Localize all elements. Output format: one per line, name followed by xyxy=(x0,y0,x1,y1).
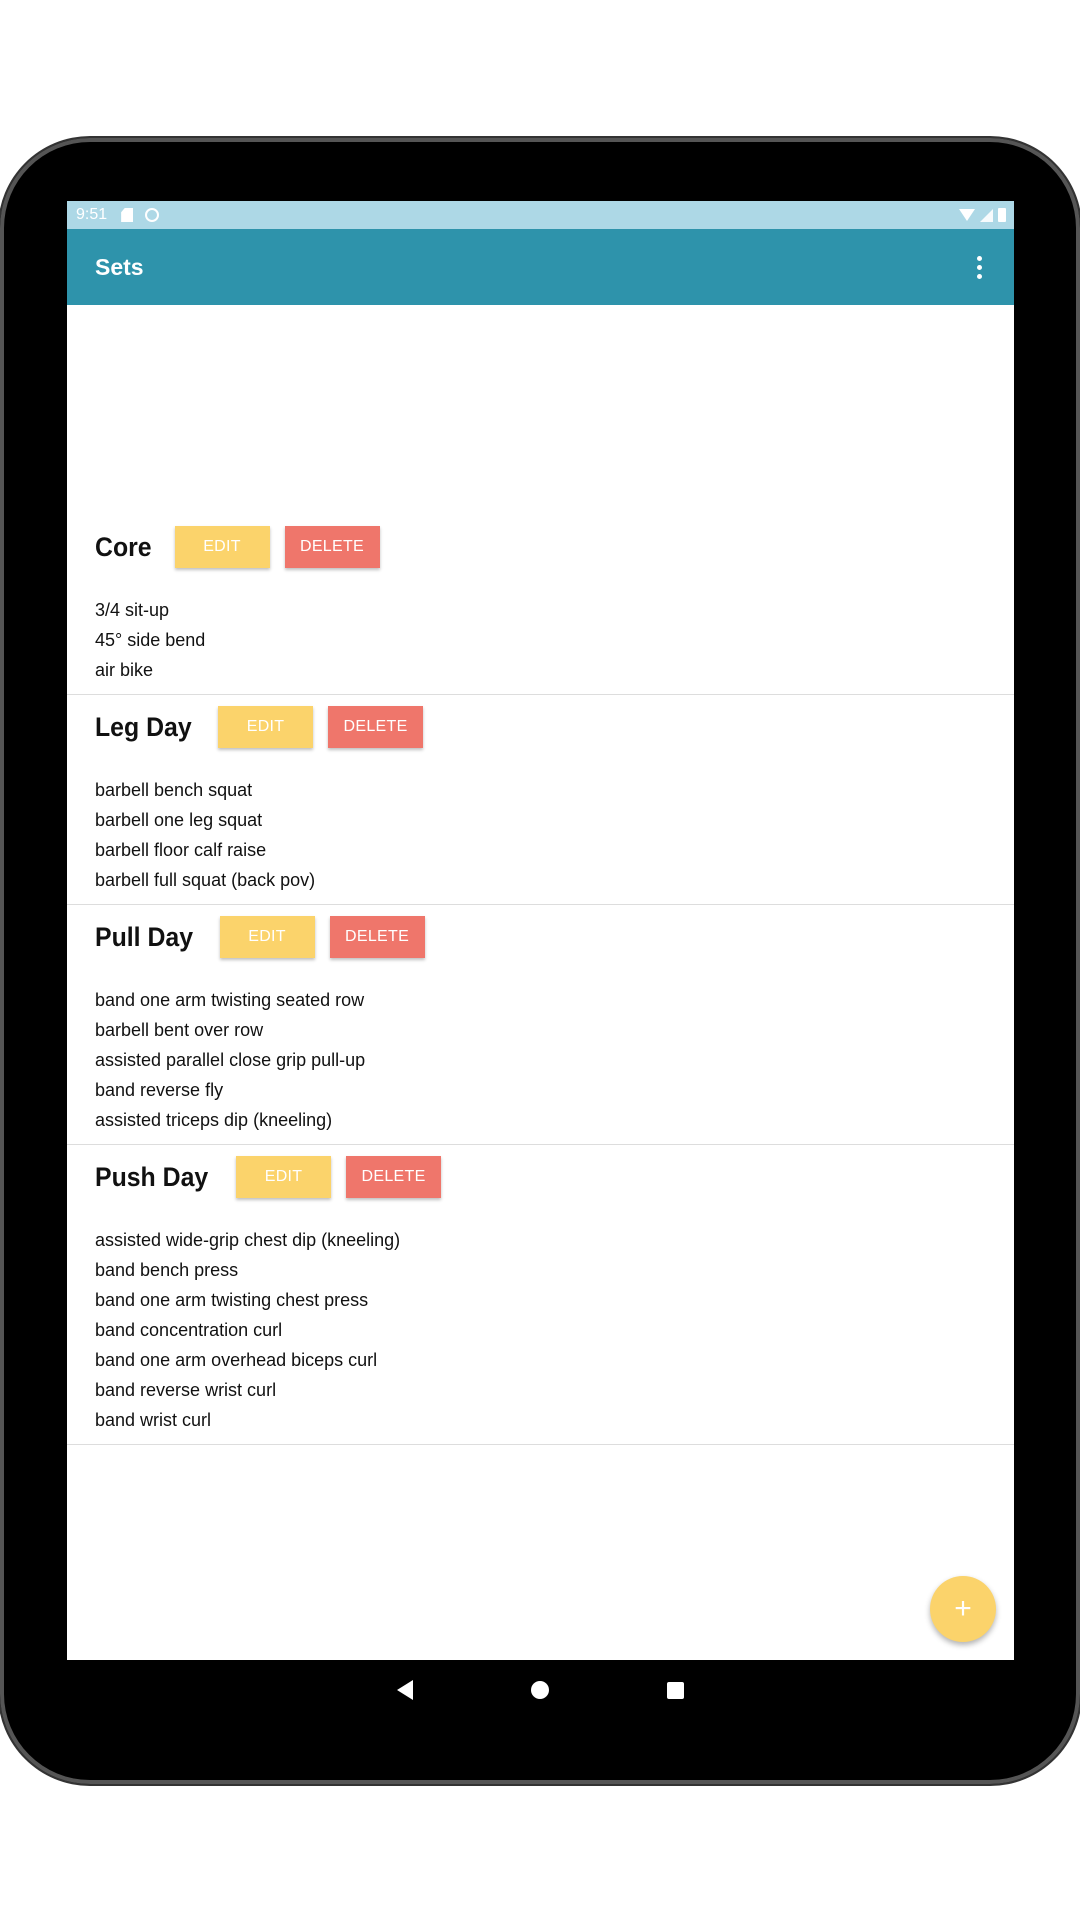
plus-icon: + xyxy=(954,1592,972,1625)
exercise-item: band one arm overhead biceps curl xyxy=(95,1350,378,1370)
exercise-list: barbell bench squat barbell one leg squat… xyxy=(95,775,1014,895)
set-header: Pull Day EDIT DELETE xyxy=(95,905,1014,959)
status-icons xyxy=(959,208,1006,222)
exercise-list: band one arm twisting seated row barbell … xyxy=(95,985,1014,1135)
system-nav-bar xyxy=(0,1660,1080,1720)
screen: 9:51 Sets Core EDIT DELETE 3/4 sit-up 45° si… xyxy=(67,201,1014,1660)
set-card: Leg Day EDIT DELETE barbell bench squat barb… xyxy=(67,695,1014,905)
status-time: 9:51 xyxy=(76,206,108,223)
exercise-item: assisted parallel close grip pull-up xyxy=(95,1050,366,1070)
back-icon[interactable] xyxy=(396,1680,413,1700)
edit-button[interactable]: EDIT xyxy=(218,706,314,748)
wifi-icon xyxy=(959,209,975,221)
app-bar: Sets xyxy=(67,229,1014,305)
exercise-item: band one arm twisting chest press xyxy=(95,1290,369,1310)
signal-icon xyxy=(980,208,993,222)
exercise-item: assisted triceps dip (kneeling) xyxy=(95,1110,333,1130)
set-name: Core xyxy=(95,531,152,562)
edit-button[interactable]: EDIT xyxy=(219,916,315,958)
exercise-item: barbell full squat (back pov) xyxy=(95,870,316,890)
exercise-item: air bike xyxy=(95,660,154,680)
status-bar: 9:51 xyxy=(67,201,1014,229)
edit-button[interactable]: EDIT xyxy=(236,1156,332,1198)
exercise-item: barbell bench squat xyxy=(95,780,253,800)
set-header: Push Day EDIT DELETE xyxy=(95,1145,1014,1199)
exercise-item: band reverse wrist curl xyxy=(95,1380,277,1400)
delete-button[interactable]: DELETE xyxy=(329,916,425,958)
exercise-item: band one arm twisting seated row xyxy=(95,990,365,1010)
delete-button[interactable]: DELETE xyxy=(284,526,380,568)
exercise-item: 3/4 sit-up xyxy=(95,600,170,620)
set-name: Leg Day xyxy=(95,711,192,742)
set-card: Push Day EDIT DELETE assisted wide-grip che… xyxy=(67,1145,1014,1445)
set-name: Push Day xyxy=(95,1161,209,1192)
home-icon[interactable] xyxy=(530,1681,549,1699)
page-title: Sets xyxy=(95,253,144,280)
sd-card-icon xyxy=(121,208,134,222)
exercise-item: assisted wide-grip chest dip (kneeling) xyxy=(95,1230,401,1250)
sync-icon xyxy=(145,208,160,222)
exercise-item: band concentration curl xyxy=(95,1320,283,1340)
set-header: Core EDIT DELETE xyxy=(95,515,1014,569)
edit-button[interactable]: EDIT xyxy=(174,526,270,568)
sets-list: Core EDIT DELETE 3/4 sit-up 45° side bend air… xyxy=(67,305,1014,1445)
exercise-list: 3/4 sit-up 45° side bend air bike xyxy=(95,595,1014,685)
set-card: Core EDIT DELETE 3/4 sit-up 45° side bend air… xyxy=(67,515,1014,695)
tablet-frame: 9:51 Sets Core EDIT DELETE 3/4 sit-up 45° si… xyxy=(0,138,1080,1784)
empty-space xyxy=(67,305,1014,515)
exercise-item: 45° side bend xyxy=(95,630,206,650)
exercise-item: barbell bent over row xyxy=(95,1020,264,1040)
set-name: Pull Day xyxy=(95,921,194,952)
exercise-item: barbell floor calf raise xyxy=(95,840,267,860)
exercise-item: band reverse fly xyxy=(95,1080,224,1100)
recents-icon[interactable] xyxy=(666,1681,684,1699)
exercise-item: band wrist curl xyxy=(95,1410,212,1430)
exercise-item: band bench press xyxy=(95,1260,239,1280)
overflow-menu-icon[interactable] xyxy=(973,250,986,285)
exercise-item: barbell one leg squat xyxy=(95,810,263,830)
delete-button[interactable]: DELETE xyxy=(328,706,424,748)
add-set-button[interactable]: + xyxy=(930,1576,996,1642)
set-header: Leg Day EDIT DELETE xyxy=(95,695,1014,749)
set-card: Pull Day EDIT DELETE band one arm twisting … xyxy=(67,905,1014,1145)
exercise-list: assisted wide-grip chest dip (kneeling) b… xyxy=(95,1225,1014,1435)
battery-icon xyxy=(998,208,1006,222)
delete-button[interactable]: DELETE xyxy=(346,1156,442,1198)
